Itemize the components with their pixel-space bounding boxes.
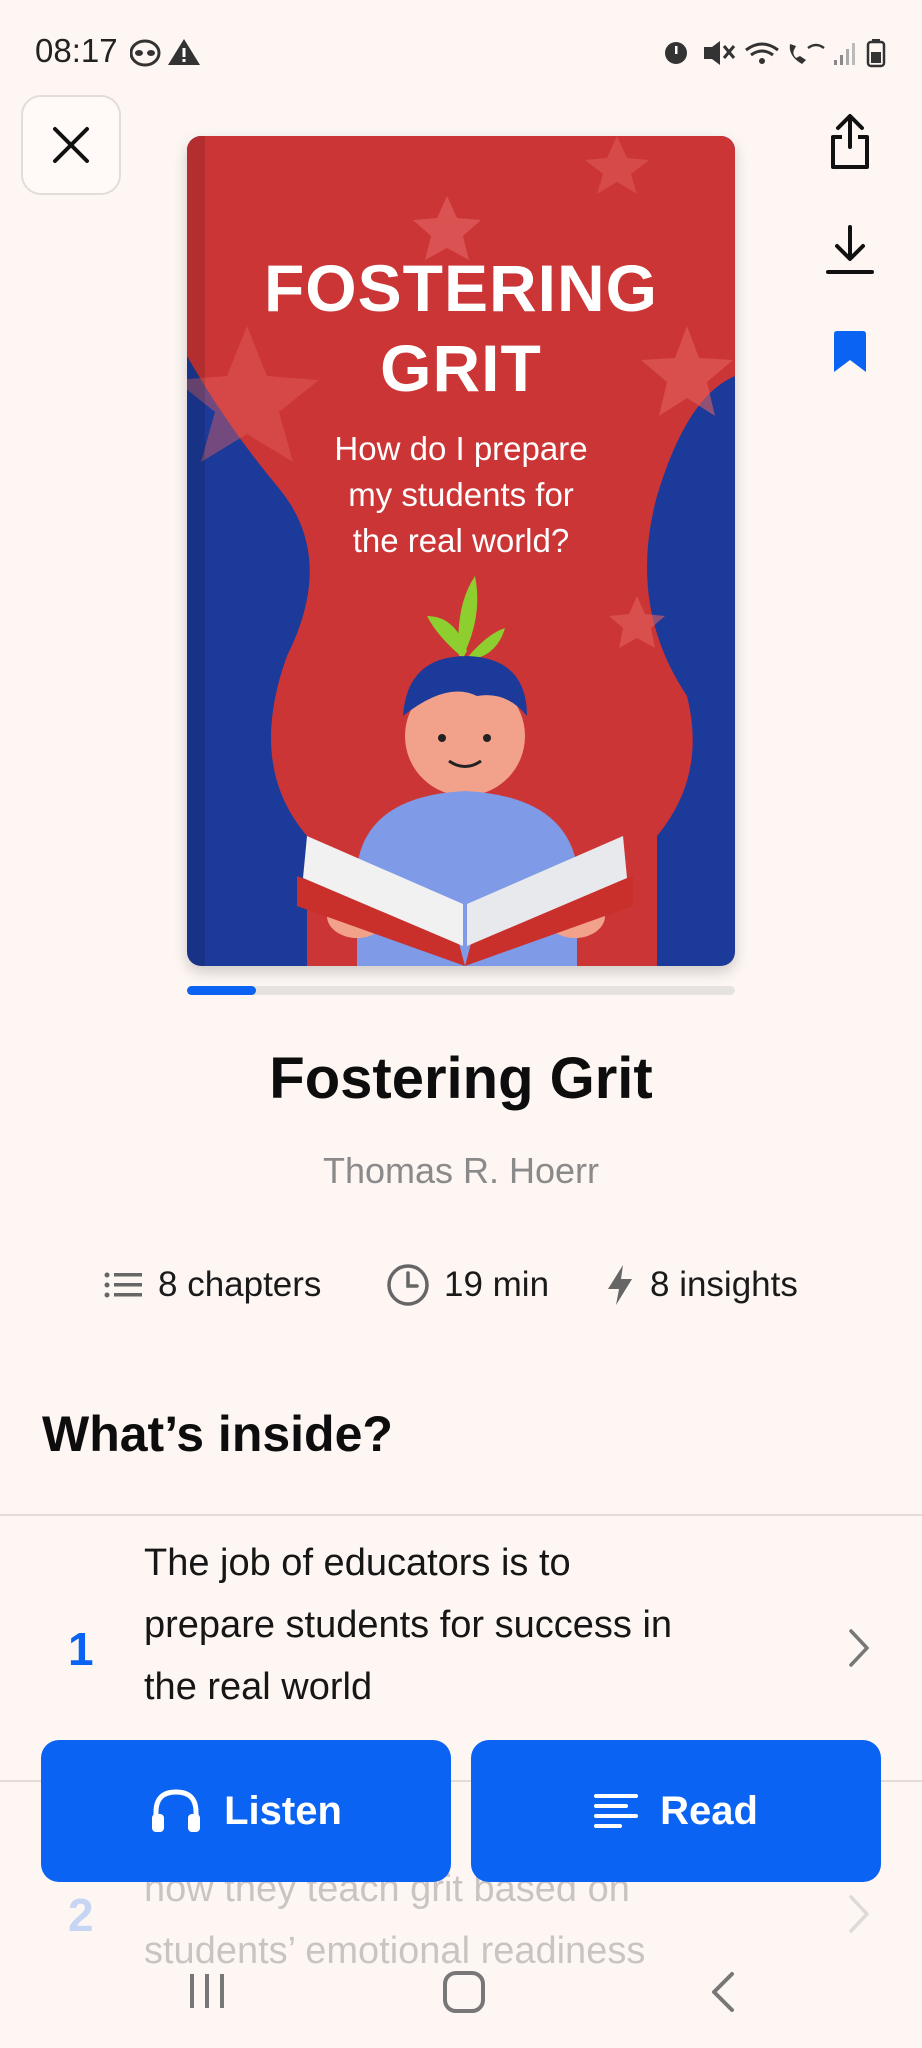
cover-title-line1: FOSTERING (263, 251, 658, 325)
status-time: 08:17 (35, 32, 118, 69)
status-left-icons (129, 36, 210, 73)
recents-button[interactable] (186, 1970, 228, 2017)
wifi-icon (745, 42, 779, 64)
close-button[interactable] (21, 95, 121, 195)
chevron-right-icon (848, 1894, 870, 1939)
raccoon-icon (129, 39, 161, 67)
read-label: Read (660, 1788, 758, 1833)
meta-insights-label: 8 insights (650, 1265, 798, 1304)
chevron-right-icon (848, 1628, 870, 1673)
bookmark-button[interactable] (820, 322, 880, 382)
cover-title: FOSTERING GRIT (187, 248, 735, 408)
reading-progress-fill (187, 986, 256, 995)
lightning-icon (608, 1265, 632, 1305)
cover-subtitle-line2: my students for (348, 476, 574, 513)
close-icon (53, 127, 89, 163)
chapter-title-line: The job of educators is to (144, 1542, 571, 1584)
book-author[interactable]: Thomas R. Hoerr (0, 1150, 922, 1192)
meta-chapters-label: 8 chapters (158, 1265, 322, 1304)
bookmark-icon (834, 331, 866, 372)
status-right-icons (662, 36, 892, 73)
section-title: What’s inside? (42, 1406, 393, 1462)
share-button[interactable] (820, 112, 880, 172)
chapter-title-line: prepare students for success in (144, 1604, 673, 1646)
listen-label: Listen (224, 1788, 342, 1833)
warning-icon (168, 39, 200, 65)
text-lines-icon (594, 1794, 639, 1828)
cover-subtitle-line3: the real world? (352, 522, 570, 559)
system-navigation-bar (0, 1940, 922, 2048)
share-icon (831, 114, 869, 169)
chapter-title: The job of educators is to prepare stude… (144, 1532, 784, 1718)
read-button[interactable]: Read (471, 1740, 881, 1882)
book-cover: FOSTERING GRIT How do I prepare my stude… (187, 136, 735, 966)
list-icon (104, 1272, 142, 1298)
cover-subtitle-line1: How do I prepare (334, 430, 588, 467)
wifi-calling-icon (789, 43, 825, 64)
alarm-icon (665, 42, 687, 64)
back-button[interactable] (708, 1970, 738, 2019)
divider (0, 1514, 922, 1516)
meta-chapters: 8 chapters (104, 1262, 321, 1308)
meta-duration-label: 19 min (444, 1265, 550, 1304)
meta-insights: 8 insights (604, 1262, 798, 1308)
signal-icon (834, 43, 855, 65)
meta-duration: 19 min (386, 1262, 549, 1308)
home-button[interactable] (442, 1970, 486, 2019)
download-button[interactable] (820, 220, 880, 280)
reading-progress-bar (187, 986, 735, 995)
chapter-title-line: the real world (144, 1666, 373, 1708)
cover-subtitle: How do I prepare my students for the rea… (187, 426, 735, 564)
status-bar: 08:17 (0, 0, 922, 100)
battery-icon (866, 39, 886, 68)
back-icon (712, 1972, 734, 2012)
mute-icon (704, 41, 736, 65)
cover-title-line2: GRIT (380, 331, 542, 405)
book-title: Fostering Grit (269, 1046, 653, 1111)
recents-icon (190, 1974, 224, 2008)
chapter-number: 2 (68, 1889, 94, 1941)
headphones-icon (152, 1789, 201, 1832)
home-icon (443, 1971, 485, 2013)
chapter-number: 1 (68, 1623, 94, 1675)
listen-button[interactable]: Listen (41, 1740, 451, 1882)
clock-icon (387, 1264, 429, 1306)
download-icon (826, 225, 874, 274)
